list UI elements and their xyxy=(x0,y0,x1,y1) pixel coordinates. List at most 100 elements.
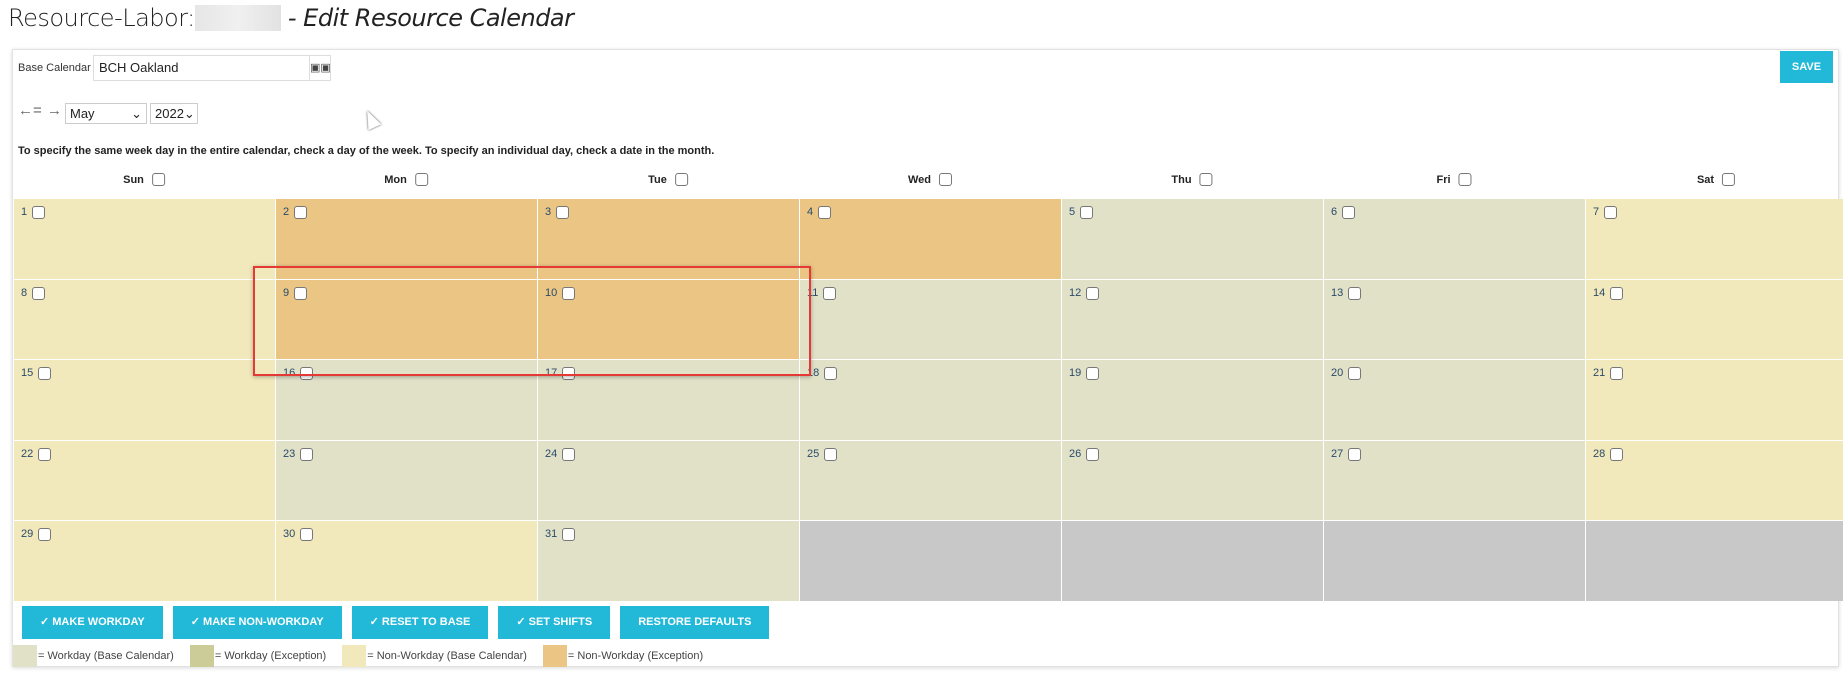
day-number: 31 xyxy=(545,528,558,541)
day-checkbox[interactable] xyxy=(818,206,832,219)
day-checkbox[interactable] xyxy=(1348,447,1362,461)
day-checkbox[interactable] xyxy=(1610,286,1624,300)
day-checkbox[interactable] xyxy=(562,447,576,461)
legend-item: = Workday (Exception) xyxy=(189,645,326,667)
day-number: 27 xyxy=(1331,447,1344,460)
day-cell[interactable]: 21 xyxy=(1586,360,1843,440)
day-number: 7 xyxy=(1593,206,1600,218)
redacted-name xyxy=(194,5,281,31)
day-number: 23 xyxy=(283,447,296,460)
weekday-checkbox[interactable] xyxy=(414,173,428,186)
day-checkbox[interactable] xyxy=(1086,367,1100,381)
day-cell[interactable]: 28 xyxy=(1586,440,1843,521)
weekday-header-sun: Sun xyxy=(123,173,165,186)
day-checkbox[interactable] xyxy=(562,528,576,542)
day-cell[interactable]: 8 xyxy=(14,279,275,360)
month-select[interactable]: May ⌄ xyxy=(65,103,147,124)
day-cell[interactable]: 30 xyxy=(276,521,537,601)
day-cell[interactable]: 22 xyxy=(14,440,275,521)
day-cell[interactable]: 13 xyxy=(1324,279,1585,360)
day-checkbox[interactable] xyxy=(300,528,314,542)
weekday-header-sat: Sat xyxy=(1697,173,1736,186)
year-select[interactable]: 2022 ⌄ xyxy=(150,103,198,124)
day-cell[interactable]: 14 xyxy=(1586,279,1843,360)
day-cell[interactable]: 25 xyxy=(800,440,1061,521)
day-number: 13 xyxy=(1331,286,1344,299)
weekday-checkbox[interactable] xyxy=(674,173,688,186)
day-number: 15 xyxy=(21,367,34,380)
day-cell[interactable]: 6 xyxy=(1324,199,1585,279)
day-cell[interactable]: 4 xyxy=(800,199,1061,279)
legend: = Workday (Base Calendar) = Workday (Exce… xyxy=(13,645,719,667)
day-checkbox[interactable] xyxy=(824,447,838,461)
day-cell[interactable]: 7 xyxy=(1586,199,1843,279)
legend-item: = Non-Workday (Base Calendar) xyxy=(342,645,527,667)
day-cell[interactable]: 18 xyxy=(800,360,1061,440)
day-checkbox[interactable] xyxy=(294,206,308,219)
action-button-0[interactable]: ✓ MAKE WORKDAY xyxy=(22,606,163,639)
prev-month-icon[interactable]: ← xyxy=(18,102,33,119)
day-cell[interactable]: 12 xyxy=(1062,279,1323,360)
day-checkbox[interactable] xyxy=(824,367,838,381)
day-checkbox[interactable] xyxy=(1610,367,1624,381)
day-cell[interactable]: 20 xyxy=(1324,360,1585,440)
day-checkbox[interactable] xyxy=(1086,286,1100,300)
day-checkbox[interactable] xyxy=(1348,286,1362,300)
day-checkbox[interactable] xyxy=(1348,367,1362,381)
day-cell[interactable]: 29 xyxy=(14,521,275,601)
day-checkbox[interactable] xyxy=(1342,206,1356,219)
empty-cell xyxy=(1062,521,1323,601)
day-cell[interactable]: 24 xyxy=(538,440,799,521)
day-number: 26 xyxy=(1069,447,1082,460)
weekday-header-thu: Thu xyxy=(1171,173,1213,186)
weekday-checkbox[interactable] xyxy=(1458,173,1472,186)
legend-swatch xyxy=(342,645,367,667)
day-checkbox[interactable] xyxy=(556,206,570,219)
day-cell[interactable]: 11 xyxy=(800,279,1061,360)
action-button-3[interactable]: ✓ SET SHIFTS xyxy=(498,606,611,639)
day-number: 24 xyxy=(545,447,558,460)
day-cell[interactable]: 31 xyxy=(538,521,799,601)
binoculars-icon[interactable]: ▣▣ xyxy=(309,55,331,81)
day-cell[interactable]: 27 xyxy=(1324,440,1585,521)
current-month-icon[interactable]: = xyxy=(33,102,42,119)
action-button-1[interactable]: ✓ MAKE NON-WORKDAY xyxy=(172,606,342,639)
day-number: 2 xyxy=(283,206,290,218)
next-month-icon[interactable]: → xyxy=(47,102,62,119)
weekday-checkbox[interactable] xyxy=(1199,173,1213,186)
day-checkbox[interactable] xyxy=(1604,206,1618,219)
day-checkbox[interactable] xyxy=(300,447,314,461)
empty-cell xyxy=(800,521,1061,601)
action-button-2[interactable]: ✓ RESET TO BASE xyxy=(351,606,489,639)
day-checkbox[interactable] xyxy=(32,206,46,219)
day-number: 1 xyxy=(21,206,28,218)
day-checkbox[interactable] xyxy=(32,286,46,300)
day-checkbox[interactable] xyxy=(1610,447,1624,461)
day-cell[interactable]: 26 xyxy=(1062,440,1323,521)
day-cell[interactable]: 23 xyxy=(276,440,537,521)
day-checkbox[interactable] xyxy=(1080,206,1094,219)
legend-swatch xyxy=(189,645,214,667)
day-number: 6 xyxy=(1331,206,1338,218)
action-button-4[interactable]: RESTORE DEFAULTS xyxy=(620,606,770,639)
day-checkbox[interactable] xyxy=(1086,447,1100,461)
day-checkbox[interactable] xyxy=(823,286,837,300)
day-cell[interactable]: 15 xyxy=(14,360,275,440)
day-number: 5 xyxy=(1069,206,1076,218)
weekday-checkbox[interactable] xyxy=(151,173,165,186)
weekday-checkbox[interactable] xyxy=(1722,173,1736,186)
day-checkbox[interactable] xyxy=(38,447,52,461)
day-number: 22 xyxy=(21,447,34,460)
weekday-header-wed: Wed xyxy=(908,173,953,186)
day-checkbox[interactable] xyxy=(38,367,52,381)
weekday-checkbox[interactable] xyxy=(939,173,953,186)
day-number: 19 xyxy=(1069,367,1082,380)
legend-swatch xyxy=(542,645,567,667)
base-calendar-input[interactable]: BCH Oakland xyxy=(93,55,310,81)
day-cell[interactable]: 1 xyxy=(14,199,275,279)
save-button[interactable]: SAVE xyxy=(1780,51,1833,83)
day-cell[interactable]: 19 xyxy=(1062,360,1323,440)
day-cell[interactable]: 5 xyxy=(1062,199,1323,279)
day-number: 14 xyxy=(1593,286,1606,299)
day-checkbox[interactable] xyxy=(38,528,52,542)
